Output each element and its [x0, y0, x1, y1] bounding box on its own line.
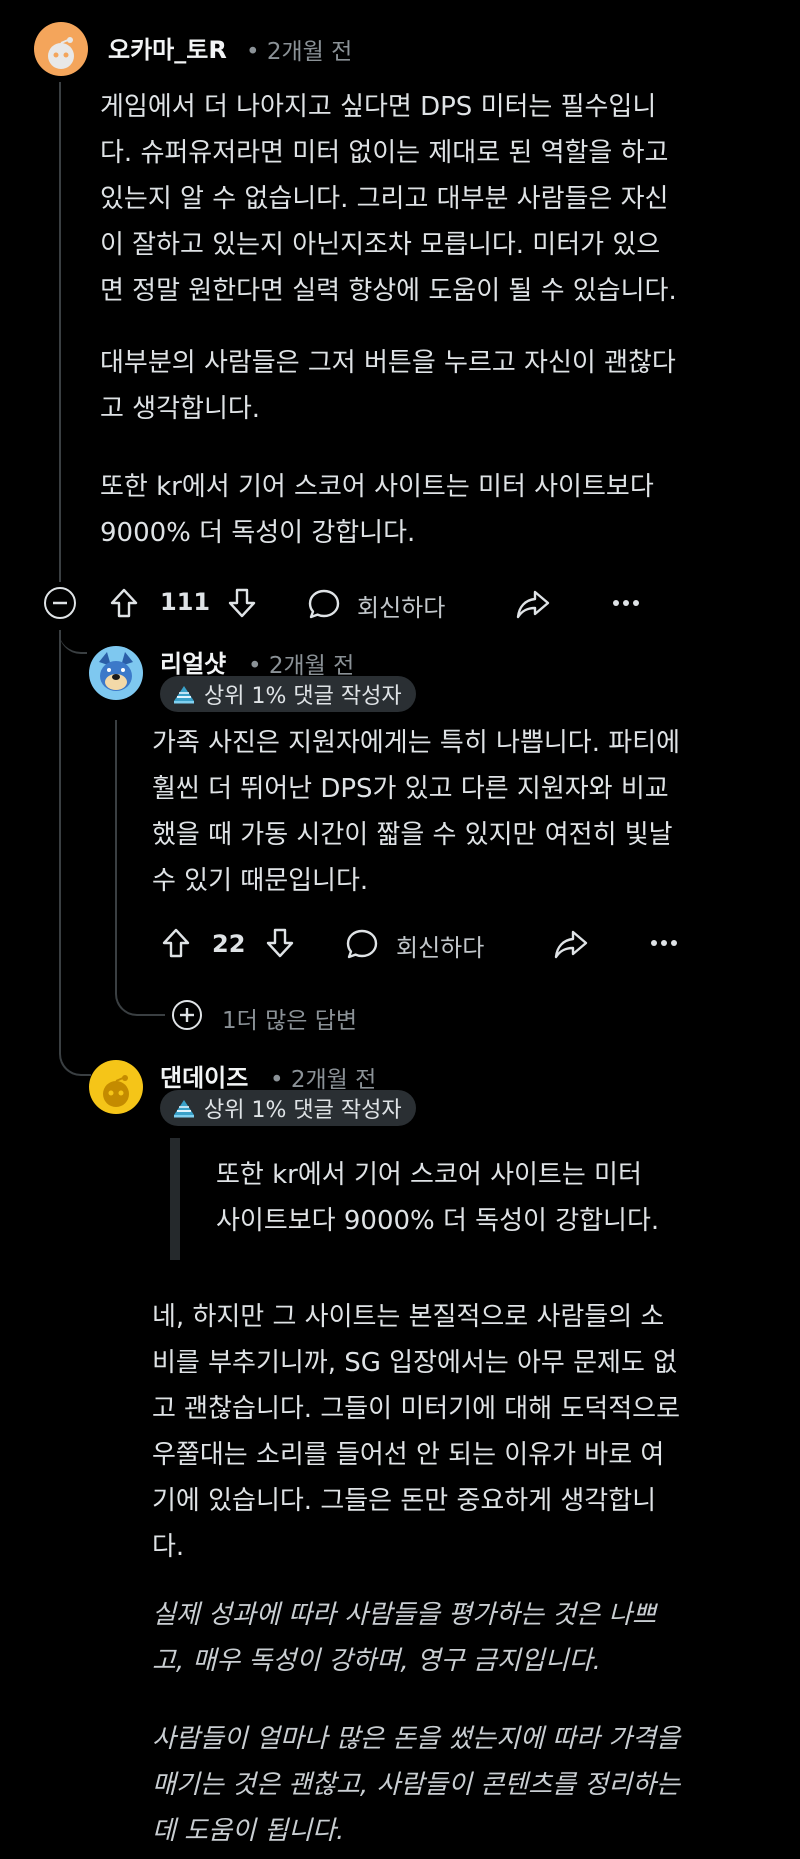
- reply-button[interactable]: 회신하다: [357, 588, 445, 623]
- quote-bar: [170, 1138, 180, 1260]
- vote-count: 111: [160, 588, 211, 616]
- more-replies-link[interactable]: 1더 많은 답변: [222, 1001, 357, 1035]
- comment-paragraph: 게임에서 더 나아지고 싶다면 DPS 미터는 필수입니 다. 슈퍼유저라면 미…: [100, 92, 677, 306]
- comment-paragraph: 가족 사진은 지원자에게는 특히 나쁩니다. 파티에 훨씬 더 뛰어난 DPS가…: [152, 728, 680, 896]
- thread-branch-more: [115, 986, 165, 1016]
- quoted-text: 또한 kr에서 기어 스코어 사이트는 미터 사이트보다 9000% 더 독성이…: [216, 1160, 660, 1236]
- dog-avatar-icon: [99, 652, 133, 691]
- italic-paragraph: 사람들이 얼마나 많은 돈을 썼는지에 따라 가격을 매기는 것은 괜찮고, 사…: [152, 1724, 680, 1846]
- downvote-arrow-icon[interactable]: [224, 584, 260, 622]
- comment-paragraph: 대부분의 사람들은 그저 버튼을 누르고 자신이 괜찮다 고 생각합니다.: [100, 348, 676, 424]
- top-commenter-badge: 상위 1% 댓글 작성자: [160, 676, 416, 712]
- username[interactable]: 오카마_토R: [108, 30, 227, 65]
- italic-paragraph: 실제 성과에 따라 사람들을 평가하는 것은 나쁘 고, 매우 독성이 강하며,…: [152, 1600, 657, 1676]
- thread-line-main: [59, 82, 61, 582]
- thread-branch-reply2: [59, 1040, 91, 1076]
- snoo-avatar-icon: [48, 37, 74, 69]
- avatar[interactable]: [89, 646, 143, 700]
- speech-bubble-icon[interactable]: [344, 926, 380, 962]
- avatar[interactable]: [34, 22, 88, 76]
- share-arrow-icon[interactable]: [514, 586, 552, 622]
- top-commenter-badge: 상위 1% 댓글 작성자: [160, 1090, 416, 1126]
- badge-label: 상위 1% 댓글 작성자: [204, 684, 402, 709]
- upvote-arrow-icon[interactable]: [158, 924, 194, 962]
- reply-button[interactable]: 회신하다: [396, 928, 484, 963]
- minus-circle-icon[interactable]: [43, 586, 77, 620]
- top-commenter-icon: [172, 683, 196, 705]
- share-arrow-icon[interactable]: [552, 926, 590, 962]
- comment-paragraph: 네, 하지만 그 사이트는 본질적으로 사람들의 소 비를 부추기니까, SG …: [152, 1302, 680, 1562]
- speech-bubble-icon[interactable]: [306, 586, 342, 622]
- avatar[interactable]: [89, 1060, 143, 1114]
- thread-line-main-lower: [59, 630, 61, 1042]
- vote-count: 22: [212, 930, 246, 958]
- timestamp: • 2개월 전: [248, 653, 355, 679]
- snoo-avatar-icon: [103, 1075, 129, 1107]
- more-dots-icon[interactable]: [608, 590, 644, 616]
- more-dots-icon[interactable]: [646, 930, 682, 956]
- plus-circle-icon[interactable]: [170, 998, 204, 1032]
- timestamp: • 2개월 전: [246, 39, 353, 65]
- thread-line-reply1: [115, 720, 117, 990]
- timestamp: • 2개월 전: [270, 1067, 377, 1093]
- username[interactable]: 리얼샷: [160, 644, 226, 679]
- username[interactable]: 댄데이즈: [160, 1058, 248, 1093]
- comment-paragraph: 또한 kr에서 기어 스코어 사이트는 미터 사이트보다 9000% 더 독성이…: [100, 472, 654, 548]
- upvote-arrow-icon[interactable]: [106, 584, 142, 622]
- badge-label: 상위 1% 댓글 작성자: [204, 1098, 402, 1123]
- downvote-arrow-icon[interactable]: [262, 924, 298, 962]
- top-commenter-icon: [172, 1097, 196, 1119]
